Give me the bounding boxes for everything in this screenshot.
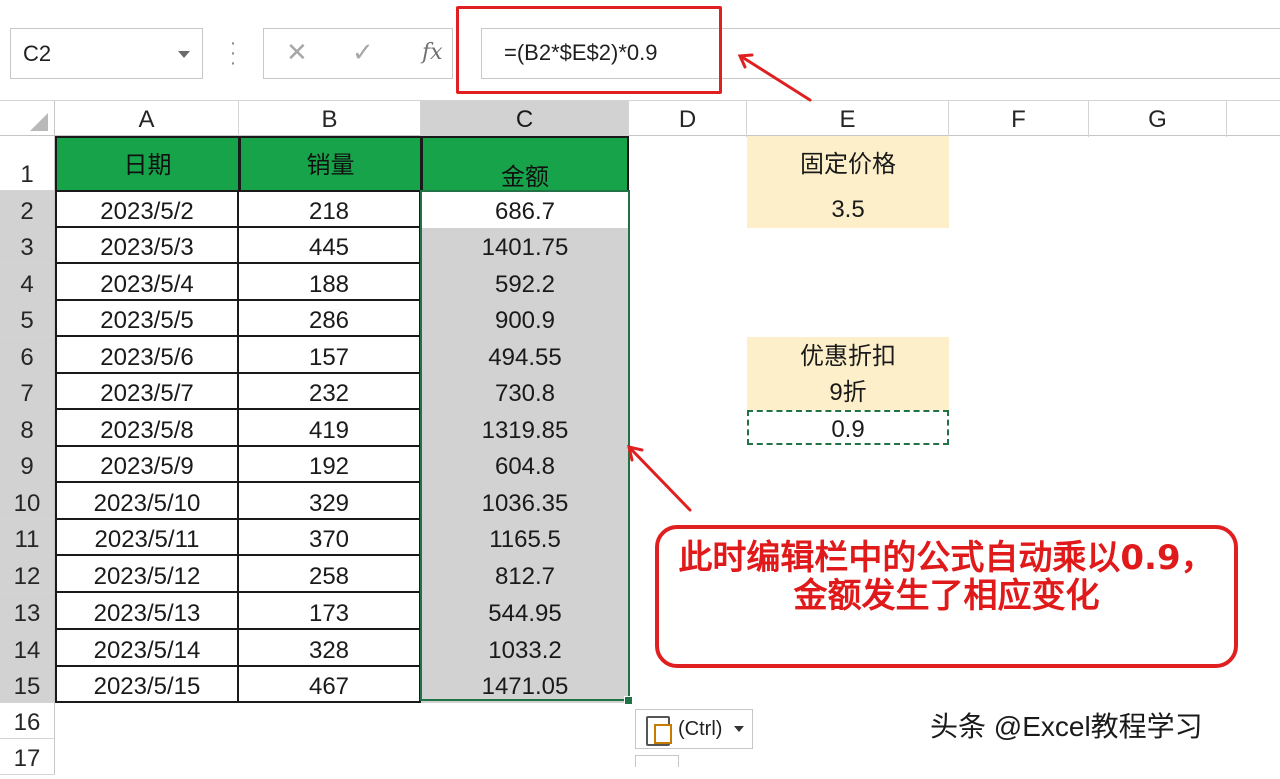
name-box-value: C2 xyxy=(23,41,52,66)
column-header-c[interactable]: C xyxy=(421,101,629,137)
enter-icon[interactable]: ✓ xyxy=(352,37,374,68)
column-header-a[interactable]: A xyxy=(55,101,239,137)
date-cell[interactable]: 2023/5/7 xyxy=(55,374,239,410)
name-box[interactable]: C2 xyxy=(10,28,203,79)
callout-arrow-line xyxy=(628,446,692,512)
sales-cell[interactable]: 157 xyxy=(239,337,421,374)
date-cell[interactable]: 2023/5/5 xyxy=(55,301,239,337)
date-cell[interactable]: 2023/5/14 xyxy=(55,630,239,667)
fixed-price-value[interactable]: 3.5 xyxy=(747,191,949,228)
date-cell[interactable]: 2023/5/12 xyxy=(55,556,239,593)
formula-highlight-box xyxy=(456,6,722,94)
selection-outline xyxy=(420,190,630,701)
clipboard-icon xyxy=(646,716,672,746)
sales-cell[interactable]: 419 xyxy=(239,410,421,447)
insert-function-icon[interactable]: fx xyxy=(422,40,443,65)
select-all-icon xyxy=(30,113,48,131)
date-cell[interactable]: 2023/5/9 xyxy=(55,447,239,483)
sales-cell[interactable]: 218 xyxy=(239,191,421,228)
row-header-8[interactable]: 8 xyxy=(0,410,55,447)
sales-cell[interactable]: 286 xyxy=(239,301,421,337)
discount-description[interactable]: 9折 xyxy=(747,374,949,410)
fill-handle[interactable] xyxy=(624,696,633,705)
sales-cell[interactable]: 173 xyxy=(239,593,421,630)
row-header-10[interactable]: 10 xyxy=(0,483,55,520)
row-header-12[interactable]: 12 xyxy=(0,556,55,593)
sales-cell[interactable]: 445 xyxy=(239,228,421,264)
sales-cell[interactable]: 329 xyxy=(239,483,421,520)
date-cell[interactable]: 2023/5/3 xyxy=(55,228,239,264)
row-header-1[interactable]: 1 xyxy=(0,136,55,191)
sales-cell[interactable]: 328 xyxy=(239,630,421,667)
sales-cell[interactable]: 258 xyxy=(239,556,421,593)
date-cell[interactable]: 2023/5/13 xyxy=(55,593,239,630)
column-header-e[interactable]: E xyxy=(747,101,949,137)
row-header-15[interactable]: 15 xyxy=(0,667,55,703)
chevron-down-icon xyxy=(734,726,744,732)
quick-analysis-button[interactable] xyxy=(635,755,679,767)
sales-cell[interactable]: 188 xyxy=(239,264,421,301)
row-header-2[interactable]: 2 xyxy=(0,191,55,228)
row-header-9[interactable]: 9 xyxy=(0,447,55,483)
copy-marquee xyxy=(747,410,949,445)
date-cell[interactable]: 2023/5/8 xyxy=(55,410,239,447)
select-all-corner[interactable] xyxy=(0,101,55,137)
annotation-callout: 此时编辑栏中的公式自动乘以0.9，金额发生了相应变化 xyxy=(655,525,1238,668)
date-cell[interactable]: 2023/5/10 xyxy=(55,483,239,520)
fixed-price-label[interactable]: 固定价格 xyxy=(747,136,949,191)
header-amount[interactable]: 金额 xyxy=(421,136,629,192)
formula-buttons: ✕ ✓ fx xyxy=(263,28,453,79)
callout-arrow-head xyxy=(626,444,644,462)
row-header-6[interactable]: 6 xyxy=(0,337,55,374)
sales-cell[interactable]: 232 xyxy=(239,374,421,410)
sales-cell[interactable]: 467 xyxy=(239,667,421,703)
sales-cell[interactable]: 192 xyxy=(239,447,421,483)
row-header-16[interactable]: 16 xyxy=(0,703,55,739)
row-header-5[interactable]: 5 xyxy=(0,301,55,337)
header-date[interactable]: 日期 xyxy=(55,136,240,192)
sales-cell[interactable]: 370 xyxy=(239,520,421,556)
cancel-icon[interactable]: ✕ xyxy=(286,37,308,68)
row-header-17[interactable]: 17 xyxy=(0,739,55,775)
watermark: 头条 @Excel教程学习 xyxy=(930,711,1203,742)
date-cell[interactable]: 2023/5/6 xyxy=(55,337,239,374)
row-header-13[interactable]: 13 xyxy=(0,593,55,630)
column-header-bar: A B C D E F G xyxy=(0,100,1280,137)
row-header-3[interactable]: 3 xyxy=(0,228,55,264)
row-header-7[interactable]: 7 xyxy=(0,374,55,410)
chevron-down-icon[interactable] xyxy=(178,51,190,58)
date-cell[interactable]: 2023/5/4 xyxy=(55,264,239,301)
date-cell[interactable]: 2023/5/2 xyxy=(55,191,239,228)
paste-options-label: (Ctrl) xyxy=(678,718,723,740)
date-cell[interactable]: 2023/5/15 xyxy=(55,667,239,703)
paste-options-button[interactable]: (Ctrl) xyxy=(635,709,753,749)
column-header-g[interactable]: G xyxy=(1089,101,1227,137)
callout-text: 此时编辑栏中的公式自动乘以0.9，金额发生了相应变化 xyxy=(678,538,1215,616)
column-header-f[interactable]: F xyxy=(949,101,1089,137)
row-header-4[interactable]: 4 xyxy=(0,264,55,301)
header-sales[interactable]: 销量 xyxy=(239,136,422,192)
more-options-icon: · · · xyxy=(229,32,237,74)
discount-label[interactable]: 优惠折扣 xyxy=(747,337,949,374)
date-cell[interactable]: 2023/5/11 xyxy=(55,520,239,556)
column-header-b[interactable]: B xyxy=(239,101,421,137)
row-header-14[interactable]: 14 xyxy=(0,630,55,667)
column-header-d[interactable]: D xyxy=(629,101,747,137)
row-header-11[interactable]: 11 xyxy=(0,520,55,556)
